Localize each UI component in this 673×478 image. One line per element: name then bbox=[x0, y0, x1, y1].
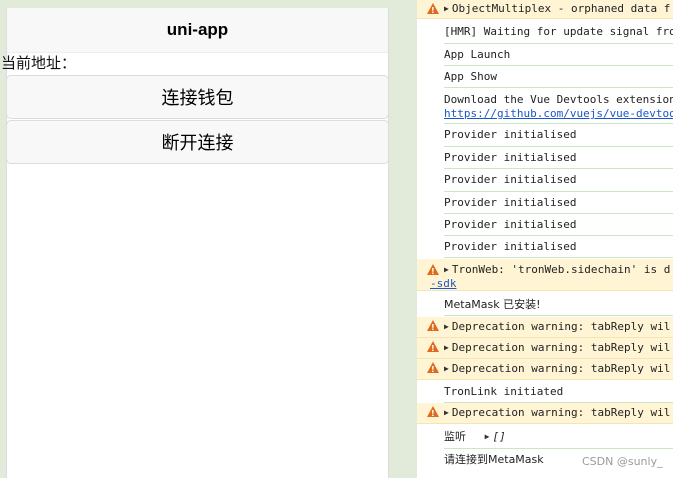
expand-triangle-icon[interactable]: ▶ bbox=[444, 406, 449, 420]
current-address-label: 当前地址： bbox=[1, 55, 77, 72]
console-log-row: Provider initialised bbox=[444, 124, 673, 147]
console-link[interactable]: https://github.com/vuejs/vue-devtoo bbox=[444, 107, 673, 121]
console-warning-row[interactable]: ▶Deprecation warning: tabReply wil bbox=[417, 359, 673, 380]
disconnect-button[interactable]: 断开连接 bbox=[6, 120, 389, 164]
console-warning-row[interactable]: ▶TronWeb: 'tronWeb.sidechain' is d -sdk bbox=[417, 259, 673, 291]
console-log-row: Provider initialised bbox=[444, 147, 673, 169]
expand-triangle-icon[interactable]: ▶ bbox=[444, 341, 449, 355]
console-log-row: TronLink initiated bbox=[444, 381, 673, 403]
expand-triangle-icon[interactable]: ▶ bbox=[444, 320, 449, 334]
console-link[interactable]: -sdk bbox=[430, 277, 673, 290]
console-warning-row[interactable]: ▶Deprecation warning: tabReply wil bbox=[417, 403, 673, 424]
console-warning-row[interactable]: ▶Deprecation warning: tabReply wil bbox=[417, 317, 673, 338]
devtools-console: ▶ObjectMultiplex - orphaned data f [HMR]… bbox=[417, 0, 673, 478]
console-log-row: Provider initialised bbox=[444, 192, 673, 214]
expand-triangle-icon[interactable]: ▶ bbox=[444, 362, 449, 376]
console-log-row: MetaMask 已安装! bbox=[444, 293, 673, 316]
expand-triangle-icon[interactable]: ▶ bbox=[485, 430, 490, 444]
phone-preview: uni-app 当前地址： 连接钱包 断开连接 bbox=[1, 8, 389, 478]
expand-triangle-icon[interactable]: ▶ bbox=[444, 2, 449, 16]
warning-icon bbox=[427, 341, 439, 356]
page-title: uni-app bbox=[166, 20, 229, 39]
watermark: CSDN @sunly_ bbox=[582, 455, 663, 468]
warning-icon bbox=[427, 320, 439, 335]
console-log-row: App Show bbox=[444, 66, 673, 88]
expand-triangle-icon[interactable]: ▶ bbox=[444, 263, 449, 277]
console-log-row: [HMR] Waiting for update signal fro bbox=[444, 22, 673, 44]
console-log-row: App Launch bbox=[444, 44, 673, 66]
console-log-row: Provider initialised bbox=[444, 214, 673, 236]
console-array-value: [] bbox=[492, 430, 506, 443]
warning-icon bbox=[427, 264, 439, 279]
warning-icon bbox=[427, 3, 439, 18]
navbar: uni-app bbox=[7, 8, 388, 53]
console-log-row[interactable]: 监听 ▶[] bbox=[444, 426, 673, 449]
console-log-row: Provider initialised bbox=[444, 236, 673, 258]
console-log-row: Download the Vue Devtools extension http… bbox=[444, 88, 673, 124]
warning-icon bbox=[427, 406, 439, 421]
warning-icon bbox=[427, 362, 439, 377]
console-log-row: Provider initialised bbox=[444, 169, 673, 192]
console-warning-row[interactable]: ▶Deprecation warning: tabReply wil bbox=[417, 338, 673, 359]
connect-wallet-button[interactable]: 连接钱包 bbox=[6, 75, 389, 119]
console-warning-row[interactable]: ▶ObjectMultiplex - orphaned data f bbox=[417, 0, 673, 19]
